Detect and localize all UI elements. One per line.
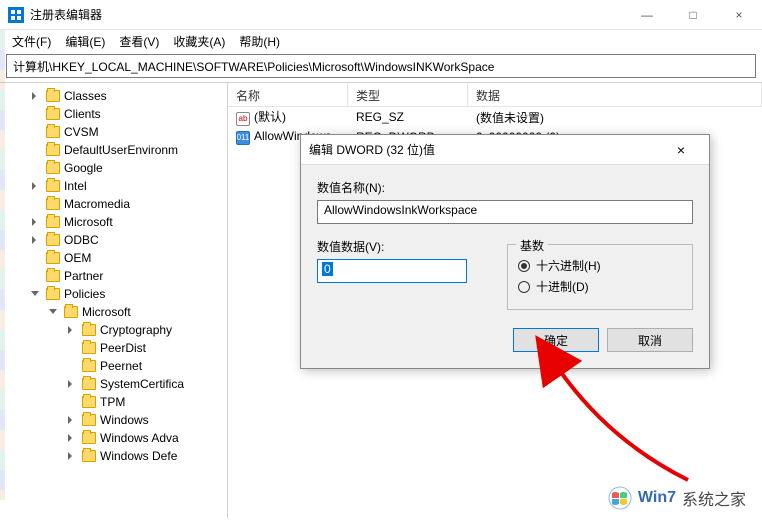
radio-dec[interactable]: 十进制(D) (518, 278, 682, 295)
tree-item[interactable]: CVSM (46, 123, 227, 141)
edit-dword-dialog: 编辑 DWORD (32 位)值 × 数值名称(N): AllowWindows… (300, 134, 710, 369)
windows-logo-icon (608, 486, 632, 510)
window-titlebar: 注册表编辑器 — □ × (0, 0, 762, 30)
menu-help[interactable]: 帮助(H) (233, 31, 286, 52)
menu-file[interactable]: 文件(F) (6, 31, 57, 52)
dialog-close-button[interactable]: × (661, 142, 701, 158)
value-data-label: 数值数据(V): (317, 238, 477, 255)
string-value-icon: ab (236, 112, 250, 126)
col-name[interactable]: 名称 (228, 83, 348, 106)
folder-icon (82, 414, 96, 426)
folder-icon (46, 198, 60, 210)
value-name-input[interactable]: AllowWindowsInkWorkspace (317, 200, 693, 224)
dialog-titlebar[interactable]: 编辑 DWORD (32 位)值 × (301, 135, 709, 165)
menubar: 文件(F) 编辑(E) 查看(V) 收藏夹(A) 帮助(H) (0, 30, 762, 52)
value-name-label: 数值名称(N): (317, 179, 693, 196)
watermark: Win7 系统之家 (608, 486, 746, 510)
tree-item[interactable]: Windows (82, 411, 227, 429)
tree-item[interactable]: Intel (46, 177, 227, 195)
radio-hex[interactable]: 十六进制(H) (518, 257, 682, 274)
tree-item[interactable]: Partner (46, 267, 227, 285)
tree-item[interactable]: DefaultUserEnvironm (46, 141, 227, 159)
tree-pane[interactable]: Classes Clients CVSM DefaultUserEnvironm… (0, 83, 228, 518)
dialog-title: 编辑 DWORD (32 位)值 (309, 141, 661, 158)
menu-view[interactable]: 查看(V) (113, 31, 165, 52)
watermark-text-b: 系统之家 (682, 486, 746, 510)
folder-icon (46, 216, 60, 228)
tree-item[interactable]: PeerDist (82, 339, 227, 357)
cancel-button[interactable]: 取消 (607, 328, 693, 352)
ok-button[interactable]: 确定 (513, 328, 599, 352)
tree-item-policies[interactable]: Policies (46, 285, 227, 303)
window-title: 注册表编辑器 (30, 6, 624, 23)
folder-icon (82, 396, 96, 408)
col-type[interactable]: 类型 (348, 83, 468, 106)
base-groupbox: 基数 十六进制(H) 十进制(D) (507, 244, 693, 310)
value-data-input[interactable]: 0 (317, 259, 467, 283)
folder-icon (46, 288, 60, 300)
close-button[interactable]: × (716, 0, 762, 30)
tree-item[interactable]: Microsoft (46, 213, 227, 231)
folder-icon (46, 180, 60, 192)
folder-icon (82, 450, 96, 462)
tree-item[interactable]: Clients (46, 105, 227, 123)
tree-item[interactable]: TPM (82, 393, 227, 411)
tree-item[interactable]: Peernet (82, 357, 227, 375)
folder-icon (82, 432, 96, 444)
menu-favorites[interactable]: 收藏夹(A) (167, 31, 231, 52)
folder-icon (46, 252, 60, 264)
tree-item[interactable]: OEM (46, 249, 227, 267)
list-header: 名称 类型 数据 (228, 83, 762, 107)
regedit-icon (8, 7, 24, 23)
tree-item[interactable]: Windows Adva (82, 429, 227, 447)
watermark-text-a: Win7 (638, 489, 676, 507)
folder-icon (64, 306, 78, 318)
tree-item-microsoft[interactable]: Microsoft (64, 303, 227, 321)
list-row[interactable]: ab(默认) REG_SZ (数值未设置) (228, 107, 762, 127)
minimize-button[interactable]: — (624, 0, 670, 30)
tree-item[interactable]: Classes (46, 87, 227, 105)
dword-value-icon: 011 (236, 131, 250, 145)
tree-item[interactable]: SystemCertifica (82, 375, 227, 393)
folder-icon (46, 234, 60, 246)
address-text: 计算机\HKEY_LOCAL_MACHINE\SOFTWARE\Policies… (13, 58, 494, 75)
radio-icon (518, 260, 530, 272)
tree-item[interactable]: ODBC (46, 231, 227, 249)
folder-icon (82, 378, 96, 390)
folder-icon (46, 108, 60, 120)
folder-icon (82, 342, 96, 354)
base-legend: 基数 (516, 237, 548, 254)
folder-icon (82, 360, 96, 372)
folder-icon (46, 162, 60, 174)
radio-icon (518, 281, 530, 293)
tree-item[interactable]: Cryptography (82, 321, 227, 339)
decorative-strip (0, 30, 5, 500)
folder-icon (46, 144, 60, 156)
folder-icon (46, 90, 60, 102)
tree-item[interactable]: Windows Defe (82, 447, 227, 465)
maximize-button[interactable]: □ (670, 0, 716, 30)
menu-edit[interactable]: 编辑(E) (59, 31, 111, 52)
folder-icon (46, 270, 60, 282)
col-data[interactable]: 数据 (468, 83, 762, 106)
folder-icon (46, 126, 60, 138)
folder-icon (82, 324, 96, 336)
address-bar[interactable]: 计算机\HKEY_LOCAL_MACHINE\SOFTWARE\Policies… (6, 54, 756, 78)
tree-item[interactable]: Google (46, 159, 227, 177)
tree-item[interactable]: Macromedia (46, 195, 227, 213)
